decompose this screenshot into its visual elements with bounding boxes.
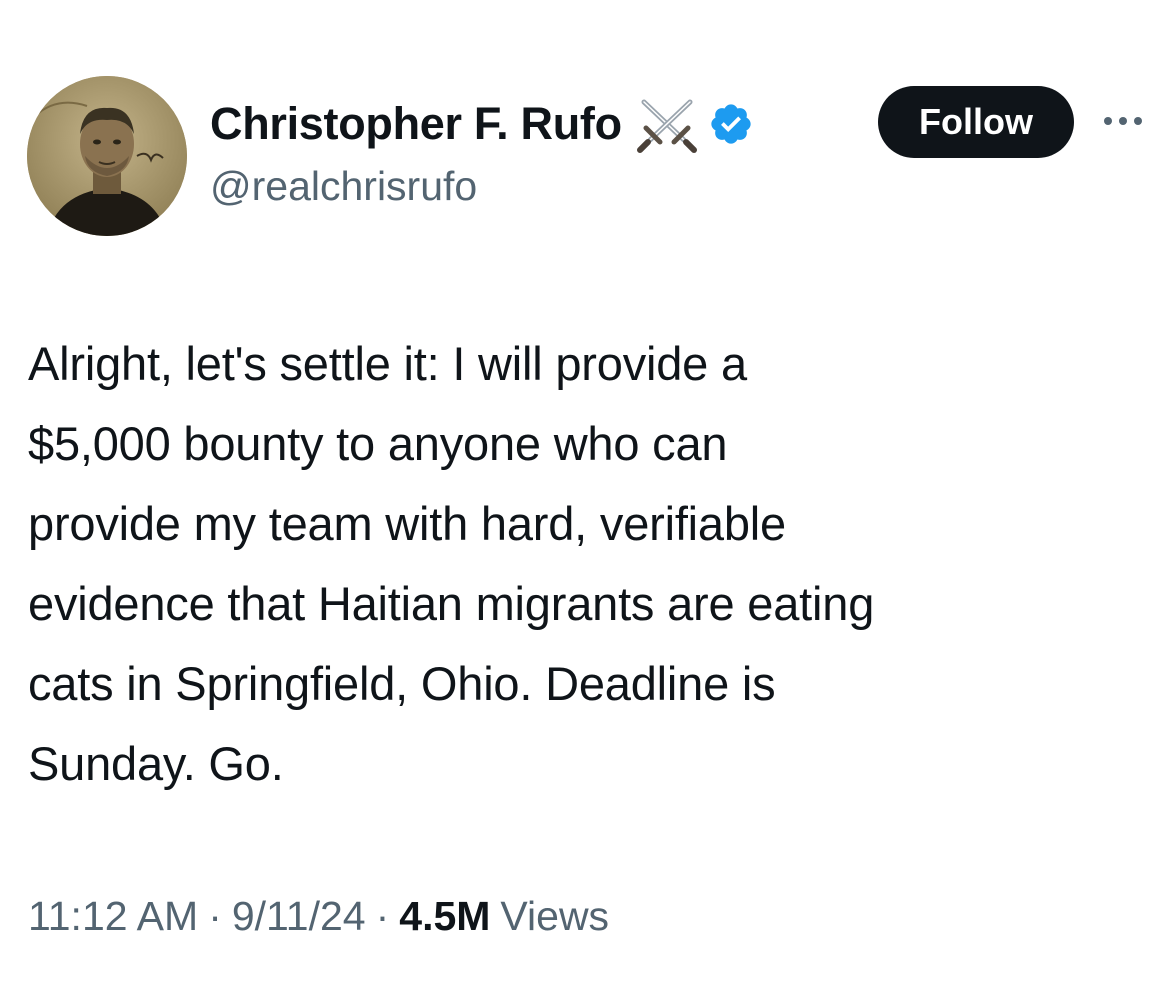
tweet-date[interactable]: 9/11/24 [232, 893, 366, 940]
tweet-card: Christopher F. Rufo @realchrisrufo Follo… [0, 0, 1152, 984]
meta-separator: · [208, 892, 222, 939]
author-handle[interactable]: @realchrisrufo [210, 163, 477, 210]
tweet-metadata: 11:12 AM · 9/11/24 · 4.5M Views [28, 888, 609, 944]
more-options-icon[interactable] [1100, 106, 1146, 136]
author-display-name[interactable]: Christopher F. Rufo [210, 98, 622, 150]
avatar[interactable] [27, 76, 187, 236]
tweet-text: Alright, let's settle it: I will provide… [28, 337, 875, 790]
meta-separator: · [375, 892, 390, 939]
avatar-photo [27, 76, 187, 236]
views-label: Views [500, 892, 610, 939]
views-count: 4.5M [399, 892, 491, 939]
follow-button[interactable]: Follow [878, 86, 1074, 158]
crossed-swords-icon [634, 94, 700, 154]
tweet-time[interactable]: 11:12 AM [28, 893, 198, 940]
author-name-row: Christopher F. Rufo [210, 94, 754, 154]
verified-badge-icon[interactable] [708, 101, 754, 147]
